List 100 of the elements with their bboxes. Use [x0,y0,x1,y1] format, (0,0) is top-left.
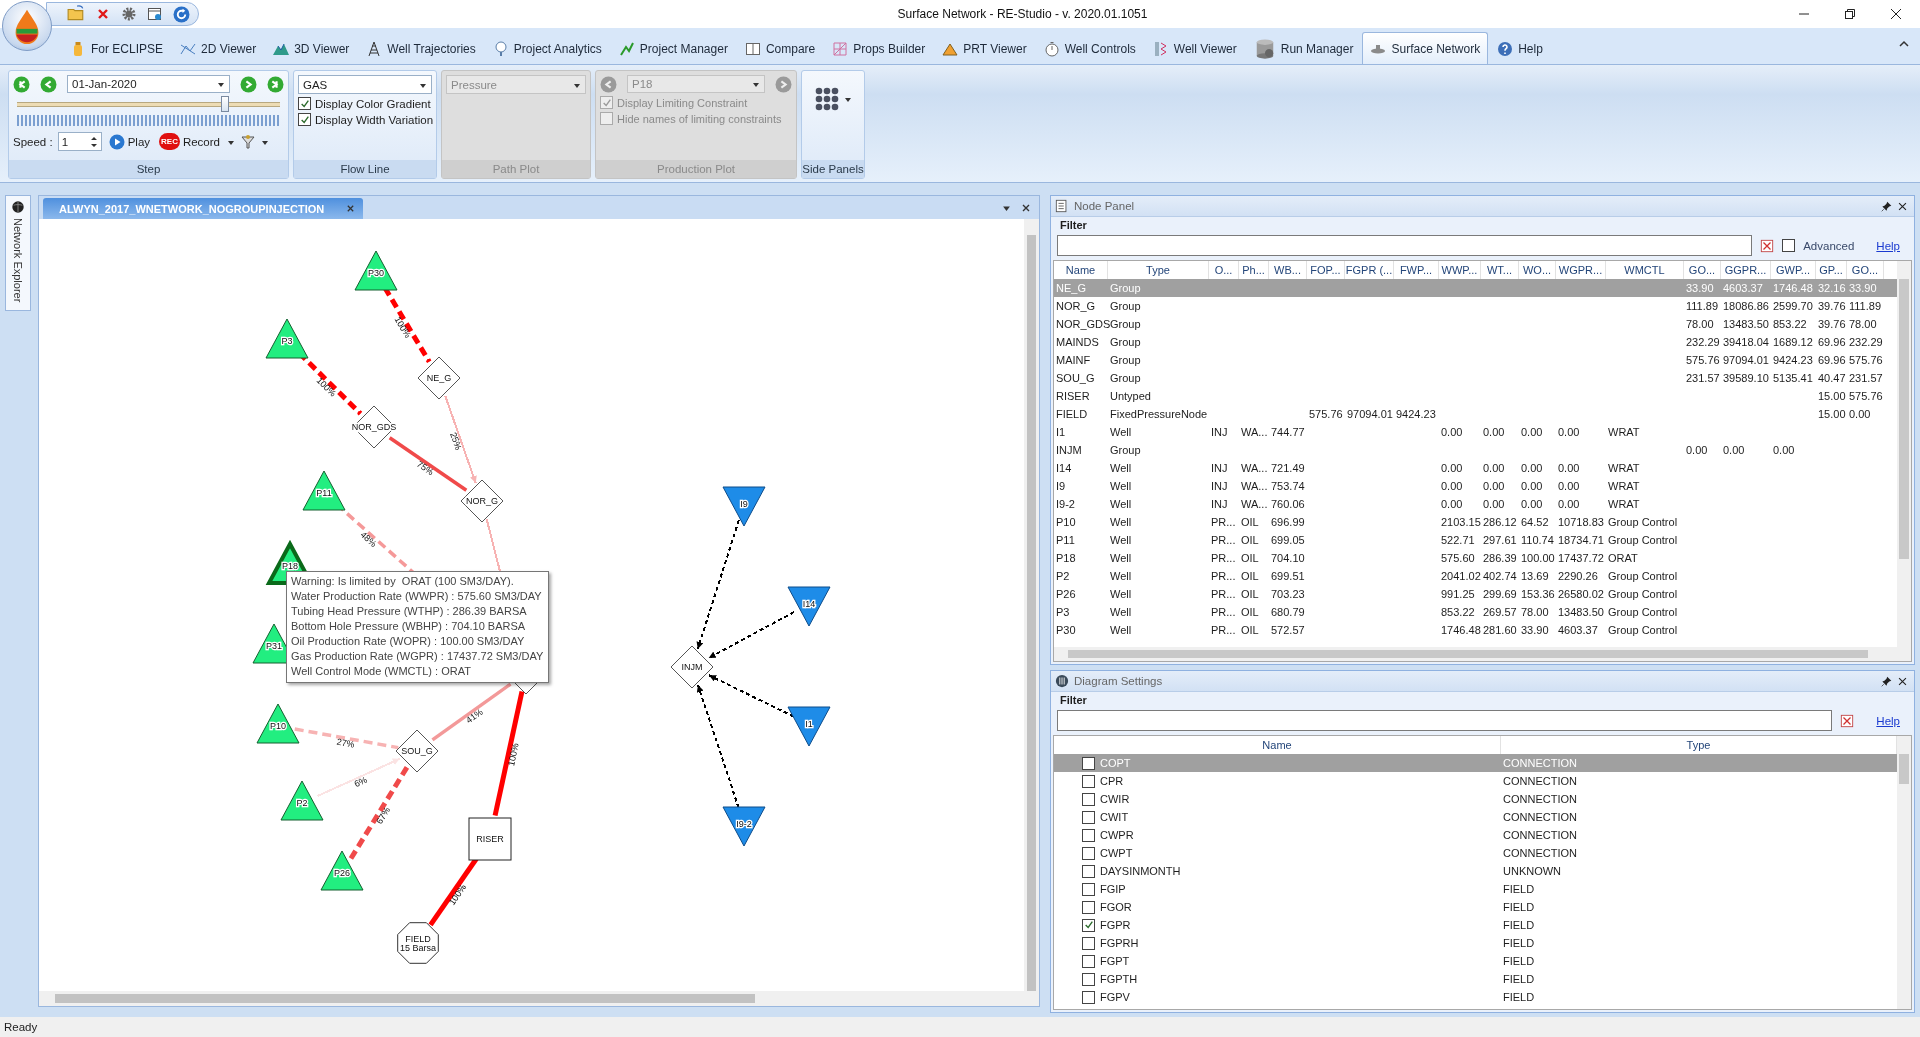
table-row[interactable]: MAINDS Group 232.29 39418.04 1689.12 69.96 232.29 [1054,333,1897,351]
group-node[interactable]: NOR_G [460,479,504,523]
table-row[interactable]: P10 Well PR... OIL 696.99 2103.15 286.12 64.52 10718.83 Group Control [1054,513,1897,531]
checkbox[interactable] [1082,810,1095,824]
group-node[interactable]: INJM [670,645,714,689]
checkbox[interactable] [1082,828,1095,842]
producer-node[interactable]: P26 [320,850,364,891]
table-row[interactable]: CWPT CONNECTION [1054,844,1897,862]
table-row[interactable]: P26 Well PR... OIL 703.23 991.25 299.69 153.36 26580.02 Group Control [1054,585,1897,603]
ribbon-tab[interactable]: Run Manager [1245,32,1362,64]
spin-icon[interactable] [89,135,98,148]
first-icon[interactable] [13,75,30,93]
record-button[interactable]: REC Record [157,132,222,151]
checkbox[interactable] [1082,990,1095,1004]
new-window-icon[interactable] [147,6,163,22]
table-row[interactable]: FGPT FIELD [1054,952,1897,970]
ribbon-tab[interactable]: Well Controls [1035,32,1144,64]
horizontal-scrollbar[interactable] [39,991,1039,1006]
vertical-scrollbar[interactable] [1897,736,1911,1009]
field-node[interactable]: FIELD 15 Barsa [397,922,439,964]
checkbox[interactable] [1082,954,1095,968]
table-row[interactable]: INJM Group 0.00 0.00 0.00 [1054,441,1897,459]
producer-node[interactable]: P11 [302,470,346,511]
table-row[interactable]: FGPTH FIELD [1054,970,1897,988]
checkbox[interactable] [1082,846,1095,860]
checkbox[interactable] [1082,774,1095,788]
checkbox[interactable] [1082,756,1095,770]
table-row[interactable]: FGPR FIELD [1054,916,1897,934]
side-tab[interactable]: Network Explorer [5,195,31,312]
funnel-icon[interactable] [240,133,256,150]
checkbox[interactable] [1082,900,1095,914]
table-row[interactable]: I9 Well INJ WA... 753.74 0.00 0.00 0.00 0.00 WRAT [1054,477,1897,495]
ribbon-tab[interactable]: For ECLIPSE [62,32,172,64]
dropdown-icon[interactable] [1002,203,1011,212]
caret-icon[interactable] [844,95,852,103]
producer-node[interactable]: P2 [280,780,324,821]
injector-node[interactable]: I1 [787,706,831,747]
table-row[interactable]: NOR_GDSGroup 78.00 13483.50 853.22 39.76 78.00 [1054,315,1897,333]
table-row[interactable]: I1 Well INJ WA... 744.77 0.00 0.00 0.00 0.00 WRAT [1054,423,1897,441]
checkbox[interactable] [1082,918,1095,932]
table-row[interactable]: I9-2 Well INJ WA... 760.06 0.00 0.00 0.00 0.00 WRAT [1054,495,1897,513]
group-node[interactable]: NE_G [417,356,461,400]
close-icon[interactable] [1897,200,1908,212]
ribbon-tab[interactable]: Compare [736,32,824,64]
date-dropdown[interactable]: 01-Jan-2020 [67,75,230,93]
checkbox[interactable] [1082,972,1095,986]
ribbon-tab[interactable]: 2D Viewer [172,32,265,64]
producer-node[interactable]: P10 [256,703,300,744]
ribbon-tab[interactable]: 3D Viewer [265,32,358,64]
table-row[interactable]: FGOR FIELD [1054,898,1897,916]
help-link[interactable]: Help [1876,714,1900,727]
table-row[interactable]: I14 Well INJ WA... 721.49 0.00 0.00 0.00 0.00 WRAT [1054,459,1897,477]
caret-icon[interactable] [217,80,225,88]
vertical-scrollbar[interactable] [1024,219,1039,991]
table-row[interactable]: P2 Well PR... OIL 699.51 2041.02 402.74 13.69 2290.26 Group Control [1054,567,1897,585]
table-row[interactable]: CWIR CONNECTION [1054,790,1897,808]
vertical-scrollbar[interactable] [1897,261,1911,647]
injector-node[interactable]: I14 [787,586,831,627]
checkbox[interactable] [1082,864,1095,878]
speed-field[interactable]: 1 [57,132,102,151]
table-row[interactable]: P11 Well PR... OIL 699.05 522.71 297.61 110.74 18734.71 Group Control [1054,531,1897,549]
table-row[interactable]: DAYSINMONTH UNKNOWN [1054,862,1897,880]
table-row[interactable]: NOR_G Group 111.89 18086.86 2599.70 39.76 111.89 [1054,297,1897,315]
checkbox[interactable] [1082,882,1095,896]
clear-icon[interactable] [1840,713,1855,728]
clear-icon[interactable] [1760,238,1775,253]
table-row[interactable]: P30 Well PR... OIL 572.57 1746.48 281.60 33.90 4603.37 Group Control [1054,621,1897,639]
restore-icon[interactable] [1842,6,1858,22]
settings-icon[interactable] [121,6,137,22]
play-button[interactable]: Play [106,132,153,151]
ribbon-tab[interactable]: Help [1489,32,1551,64]
producer-node[interactable]: P30 [354,250,398,291]
checkbox[interactable] [1082,792,1095,806]
pin-icon[interactable] [1881,200,1892,212]
close-icon[interactable] [1021,202,1031,213]
checkbox[interactable] [1782,239,1796,252]
group-node[interactable]: SOU_G [395,729,439,773]
ribbon-tab[interactable]: PRT Viewer [934,32,1035,64]
folder-icon[interactable] [67,5,85,23]
ribbon-tab[interactable]: Project Manager [610,32,736,64]
filter-field[interactable] [1057,710,1833,731]
table-row[interactable]: P3 Well PR... OIL 680.79 853.22 269.57 78.00 13483.50 Group Control [1054,603,1897,621]
help-link[interactable]: Help [1876,239,1900,252]
ribbon-tab[interactable]: Surface Network [1362,32,1489,64]
slider-thumb[interactable] [220,96,229,112]
injector-node[interactable]: I9 [722,486,766,527]
table-row[interactable]: FGPRH FIELD [1054,934,1897,952]
checkbox[interactable] [298,113,311,126]
next-icon[interactable] [240,75,257,93]
table-row[interactable]: SOU_G Group 231.57 39589.10 5135.41 40.47 231.57 [1054,369,1897,387]
pin-icon[interactable] [1881,675,1892,687]
filter-field[interactable] [1057,235,1753,256]
checkbox[interactable] [1082,936,1095,950]
close-icon[interactable] [1897,675,1908,687]
table-row[interactable]: FIELD FixedPressureNode 575.76 97094.01 9424.23 15.00 0.00 [1054,405,1897,423]
horizontal-scrollbar[interactable] [1054,647,1911,661]
close-icon[interactable] [1888,6,1904,22]
table-row[interactable]: MAINF Group 575.76 97094.01 9424.23 69.96 575.76 [1054,351,1897,369]
table-row[interactable]: FGIP FIELD [1054,880,1897,898]
table-row[interactable]: FGPV FIELD [1054,988,1897,1006]
